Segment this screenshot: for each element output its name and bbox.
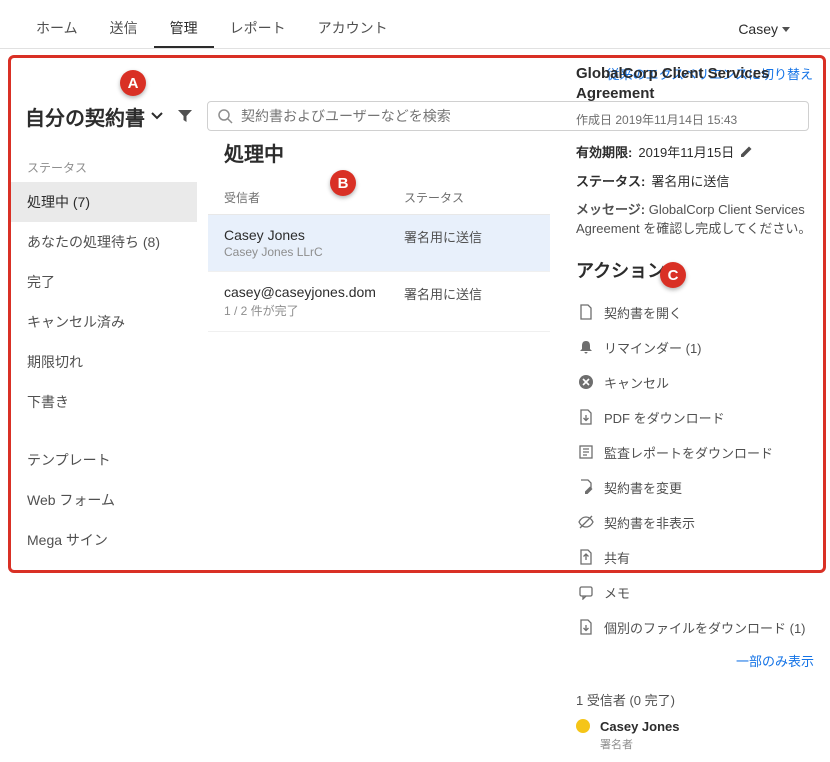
audit-download-icon xyxy=(578,444,594,460)
action-cancel[interactable]: キャンセル xyxy=(576,365,814,400)
user-menu[interactable]: Casey xyxy=(722,13,810,45)
section-title: 処理中 xyxy=(208,120,550,181)
row-status: 署名用に送信 xyxy=(404,284,534,319)
page-title: 自分の契約書 xyxy=(25,102,145,131)
actions-heading: アクション xyxy=(576,257,814,283)
download-files-icon xyxy=(578,619,594,635)
nav-manage[interactable]: 管理 xyxy=(154,10,214,48)
nav-send[interactable]: 送信 xyxy=(94,10,154,48)
action-reminder[interactable]: リマインダー (1) xyxy=(576,330,814,365)
action-open-agreement[interactable]: 契約書を開く xyxy=(576,295,814,330)
action-hide-agreement[interactable]: 契約書を非表示 xyxy=(576,505,814,540)
detail-expiry: 有効期限: 2019年11月15日 xyxy=(576,142,814,161)
action-download-pdf[interactable]: PDF をダウンロード xyxy=(576,400,814,435)
sidebar-item-waiting[interactable]: あなたの処理待ち (8) xyxy=(11,222,197,262)
detail-title: GlobalCorp Client Services Agreement xyxy=(576,64,814,105)
callout-badge-c: C xyxy=(660,262,686,288)
callout-badge-b: B xyxy=(330,170,356,196)
action-download-audit[interactable]: 監査レポートをダウンロード xyxy=(576,435,814,470)
recipient-status-dot xyxy=(576,719,590,733)
row-subtitle: 1 / 2 件が完了 xyxy=(224,302,404,319)
list-row[interactable]: casey@caseyjones.dom 1 / 2 件が完了 署名用に送信 xyxy=(208,272,550,332)
row-title: Casey Jones xyxy=(224,227,404,243)
sidebar-item-expired[interactable]: 期限切れ xyxy=(11,342,197,382)
list-header: 受信者 ステータス xyxy=(208,181,550,215)
user-name: Casey xyxy=(738,21,778,37)
caret-down-icon xyxy=(782,27,790,32)
pdf-download-icon xyxy=(578,409,594,425)
cancel-icon xyxy=(578,374,594,390)
sidebar-item-cancelled[interactable]: キャンセル済み xyxy=(11,302,197,342)
sidebar-item-draft[interactable]: 下書き xyxy=(11,382,197,422)
detail-message: メッセージ: GlobalCorp Client Services Agreem… xyxy=(576,200,814,239)
sidebar-item-webforms[interactable]: Web フォーム xyxy=(11,480,197,520)
recipient-role: 署名者 xyxy=(600,736,814,752)
action-download-individual[interactable]: 個別のファイルをダウンロード (1) xyxy=(576,610,814,645)
show-less-link[interactable]: 一部のみ表示 xyxy=(736,654,814,669)
nav-home[interactable]: ホーム xyxy=(20,10,94,48)
page-title-dropdown[interactable]: 自分の契約書 xyxy=(25,102,163,131)
col-recipient: 受信者 xyxy=(224,189,404,206)
nav-account[interactable]: アカウント xyxy=(302,10,404,48)
action-share[interactable]: 共有 xyxy=(576,540,814,575)
action-modify-agreement[interactable]: 契約書を変更 xyxy=(576,470,814,505)
nav-reports[interactable]: レポート xyxy=(214,10,302,48)
detail-status: ステータス: 署名用に送信 xyxy=(576,171,814,190)
action-notes[interactable]: メモ xyxy=(576,575,814,610)
sidebar-item-templates[interactable]: テンプレート xyxy=(11,440,197,480)
detail-created: 作成日 2019年11月14日 15:43 xyxy=(576,111,814,128)
sidebar-item-megasign[interactable]: Mega サイン xyxy=(11,520,197,560)
callout-badge-a: A xyxy=(120,70,146,96)
recipient-row[interactable]: Casey Jones xyxy=(576,719,814,734)
edit-agreement-icon xyxy=(578,479,594,495)
row-status: 署名用に送信 xyxy=(404,227,534,259)
col-status: ステータス xyxy=(404,189,534,206)
list-row[interactable]: Casey Jones Casey Jones LLrC 署名用に送信 xyxy=(208,215,550,272)
detail-panel: GlobalCorp Client Services Agreement 作成日… xyxy=(560,44,830,757)
main-content: 従来のエクスペリエンスに切り替え 自分の契約書 xyxy=(0,49,830,762)
sidebar-item-completed[interactable]: 完了 xyxy=(11,262,197,302)
filter-icon[interactable] xyxy=(173,104,197,128)
sidebar-heading-status: ステータス xyxy=(11,149,197,182)
recipient-name: Casey Jones xyxy=(600,719,680,734)
note-icon xyxy=(578,584,594,600)
top-nav: ホーム 送信 管理 レポート アカウント Casey xyxy=(0,0,830,49)
recipient-summary: 1 受信者 (0 完了) xyxy=(576,690,814,709)
pencil-icon[interactable] xyxy=(740,145,753,158)
row-title: casey@caseyjones.dom xyxy=(224,284,404,300)
sidebar-item-inprogress[interactable]: 処理中 (7) xyxy=(11,182,197,222)
document-icon xyxy=(578,304,594,320)
share-icon xyxy=(578,549,594,565)
bell-icon xyxy=(578,339,594,355)
row-subtitle: Casey Jones LLrC xyxy=(224,245,404,259)
hide-icon xyxy=(578,514,594,530)
chevron-down-icon xyxy=(151,112,163,120)
